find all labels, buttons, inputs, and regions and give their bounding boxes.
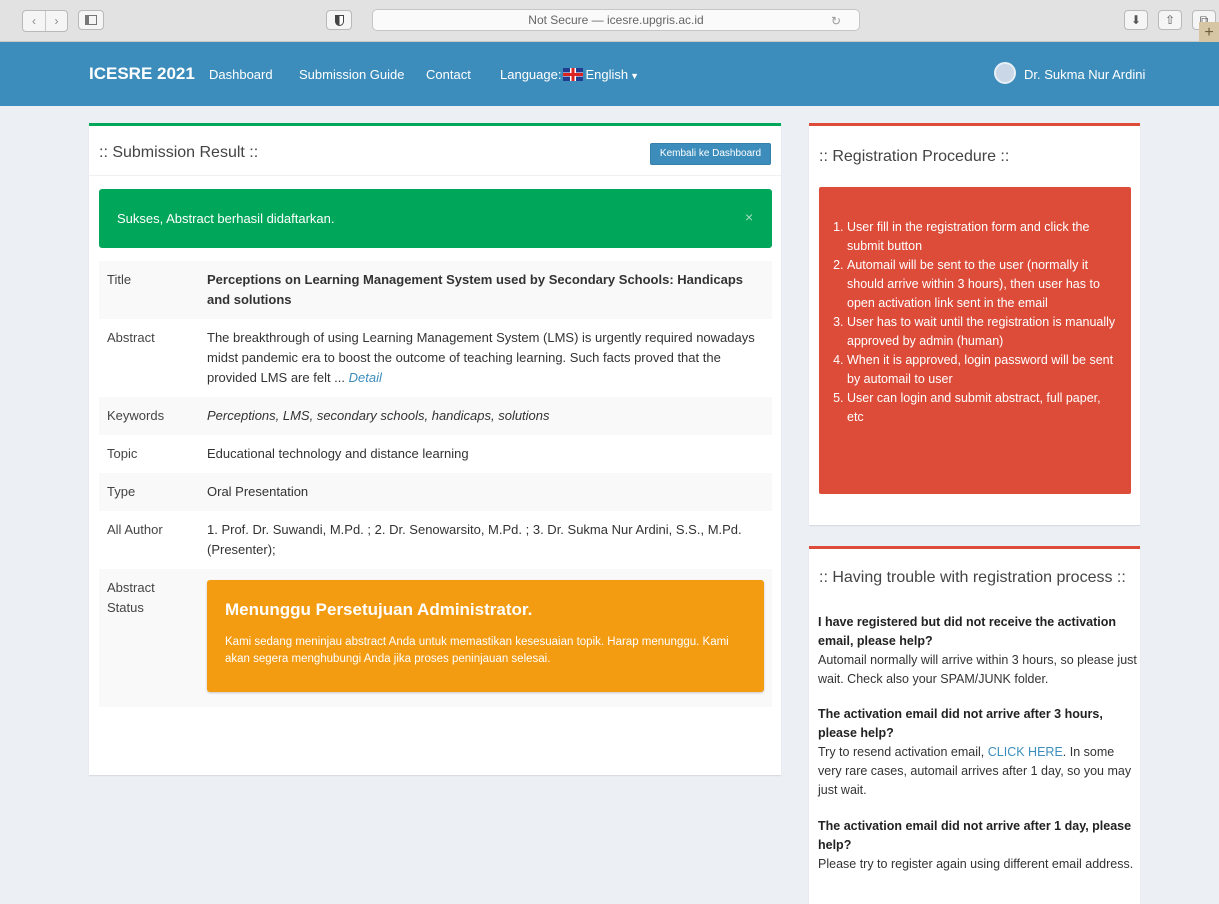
status-title: Menunggu Persetujuan Administrator. — [225, 600, 533, 619]
history-nav: ‹ › — [22, 10, 68, 32]
faq-answer: Please try to register again using diffe… — [818, 857, 1134, 871]
submission-result-box: :: Submission Result :: Kembali ke Dashb… — [89, 123, 781, 775]
close-icon[interactable]: × — [745, 209, 753, 225]
registration-trouble-box: :: Having trouble with registration proc… — [809, 546, 1140, 904]
table-row: Topic Educational technology and distanc… — [99, 435, 772, 473]
reload-icon[interactable]: ↻ — [831, 11, 841, 31]
avatar[interactable] — [994, 62, 1016, 84]
language-label: Language: — [500, 67, 562, 82]
registration-procedure-box: :: Registration Procedure :: User fill i… — [809, 123, 1140, 525]
abstract-value: The breakthrough of using Learning Manag… — [207, 330, 755, 385]
faq-item: The activation email did not arrive afte… — [818, 817, 1140, 874]
faq-item: I have registered but did not receive th… — [818, 613, 1140, 689]
submission-details-table: Title Perceptions on Learning Management… — [99, 261, 772, 707]
box-title: :: Submission Result :: — [99, 144, 259, 161]
keywords-value: Perceptions, LMS, secondary schools, han… — [207, 408, 550, 423]
user-menu[interactable]: Dr. Sukma Nur Ardini — [1024, 67, 1145, 82]
success-alert: Sukses, Abstract berhasil didaftarkan. × — [99, 189, 772, 248]
table-row: Type Oral Presentation — [99, 473, 772, 511]
row-label: Keywords — [107, 408, 165, 423]
new-tab-button[interactable]: + — [1199, 22, 1219, 44]
address-bar[interactable]: Not Secure — icesre.upgris.ac.id ↻ — [372, 9, 860, 31]
browser-toolbar: ‹ › Not Secure — icesre.upgris.ac.id ↻ ⬇… — [0, 0, 1219, 44]
faq-answer-text: Try to resend activation email, — [818, 745, 985, 759]
download-icon[interactable]: ⬇ — [1124, 10, 1148, 30]
box-header: :: Submission Result :: Kembali ke Dashb… — [89, 126, 781, 176]
sidebar-toggle-button[interactable] — [78, 10, 104, 30]
table-row: All Author 1. Prof. Dr. Suwandi, M.Pd. ;… — [99, 511, 772, 569]
type-value: Oral Presentation — [207, 484, 309, 499]
table-row: Abstract The breakthrough of using Learn… — [99, 319, 772, 397]
abstract-cell: The breakthrough of using Learning Manag… — [199, 319, 772, 397]
table-row: Keywords Perceptions, LMS, secondary sch… — [99, 397, 772, 435]
language-value: English — [585, 67, 629, 82]
faq-question: The activation email did not arrive afte… — [818, 707, 1103, 740]
language-dropdown[interactable]: Language: English ▼ — [500, 67, 639, 82]
faq-item: The activation email did not arrive afte… — [818, 705, 1140, 800]
authors-value: 1. Prof. Dr. Suwandi, M.Pd. ; 2. Dr. Sen… — [207, 522, 742, 557]
row-label: Type — [107, 484, 136, 499]
brand-logo[interactable]: ICESRE 2021 — [89, 64, 195, 84]
list-item: User has to wait until the registration … — [847, 313, 1116, 351]
shield-icon — [334, 14, 344, 26]
registration-steps-panel: User fill in the registration form and c… — [819, 187, 1131, 494]
list-item: Automail will be sent to the user (norma… — [847, 256, 1116, 313]
privacy-button[interactable] — [326, 10, 352, 30]
resend-activation-link[interactable]: CLICK HERE — [988, 745, 1063, 759]
table-row: Abstract Status Menunggu Persetujuan Adm… — [99, 569, 772, 707]
list-item: User fill in the registration form and c… — [847, 218, 1116, 256]
sidebar-icon — [85, 15, 97, 25]
status-cell: Menunggu Persetujuan Administrator. Kami… — [199, 569, 772, 707]
abstract-detail-link[interactable]: Detail — [349, 370, 382, 385]
list-item: When it is approved, login password will… — [847, 351, 1116, 389]
table-row: Title Perceptions on Learning Management… — [99, 261, 772, 319]
share-icon[interactable]: ⇧ — [1158, 10, 1182, 30]
row-label: Title — [107, 272, 132, 287]
row-label: Abstract — [107, 330, 155, 345]
topic-value: Educational technology and distance lear… — [207, 446, 469, 461]
uk-flag-icon — [563, 68, 584, 81]
faq-question: The activation email did not arrive afte… — [818, 819, 1132, 852]
list-item: User can login and submit abstract, full… — [847, 389, 1116, 427]
nav-contact[interactable]: Contact — [426, 67, 471, 82]
title-value: Perceptions on Learning Management Syste… — [207, 272, 744, 307]
registration-steps: User fill in the registration form and c… — [831, 218, 1116, 427]
url-text: Not Secure — icesre.upgris.ac.id — [528, 13, 704, 27]
faq-answer: Try to resend activation email, CLICK HE… — [818, 743, 1140, 800]
back-to-dashboard-button[interactable]: Kembali ke Dashboard — [650, 143, 771, 165]
row-label: Abstract Status — [107, 580, 155, 615]
faq-answer: Automail normally will arrive within 3 h… — [818, 653, 1137, 686]
back-button[interactable]: ‹ — [23, 11, 45, 31]
forward-button[interactable]: › — [45, 11, 67, 31]
success-message: Sukses, Abstract berhasil didaftarkan. — [117, 211, 335, 226]
row-label: Topic — [107, 446, 138, 461]
nav-dashboard[interactable]: Dashboard — [209, 67, 273, 82]
top-navbar: ICESRE 2021 Dashboard Submission Guide C… — [0, 42, 1219, 106]
row-label: All Author — [107, 522, 163, 537]
faq-question: I have registered but did not receive th… — [818, 615, 1116, 648]
caret-down-icon: ▼ — [630, 71, 640, 81]
registration-title: :: Registration Procedure :: — [819, 148, 1010, 165]
status-text: Kami sedang meninjau abstract Anda untuk… — [225, 636, 729, 665]
nav-submission-guide[interactable]: Submission Guide — [299, 67, 405, 82]
trouble-title: :: Having trouble with registration proc… — [819, 569, 1126, 586]
status-callout: Menunggu Persetujuan Administrator. Kami… — [207, 580, 764, 692]
